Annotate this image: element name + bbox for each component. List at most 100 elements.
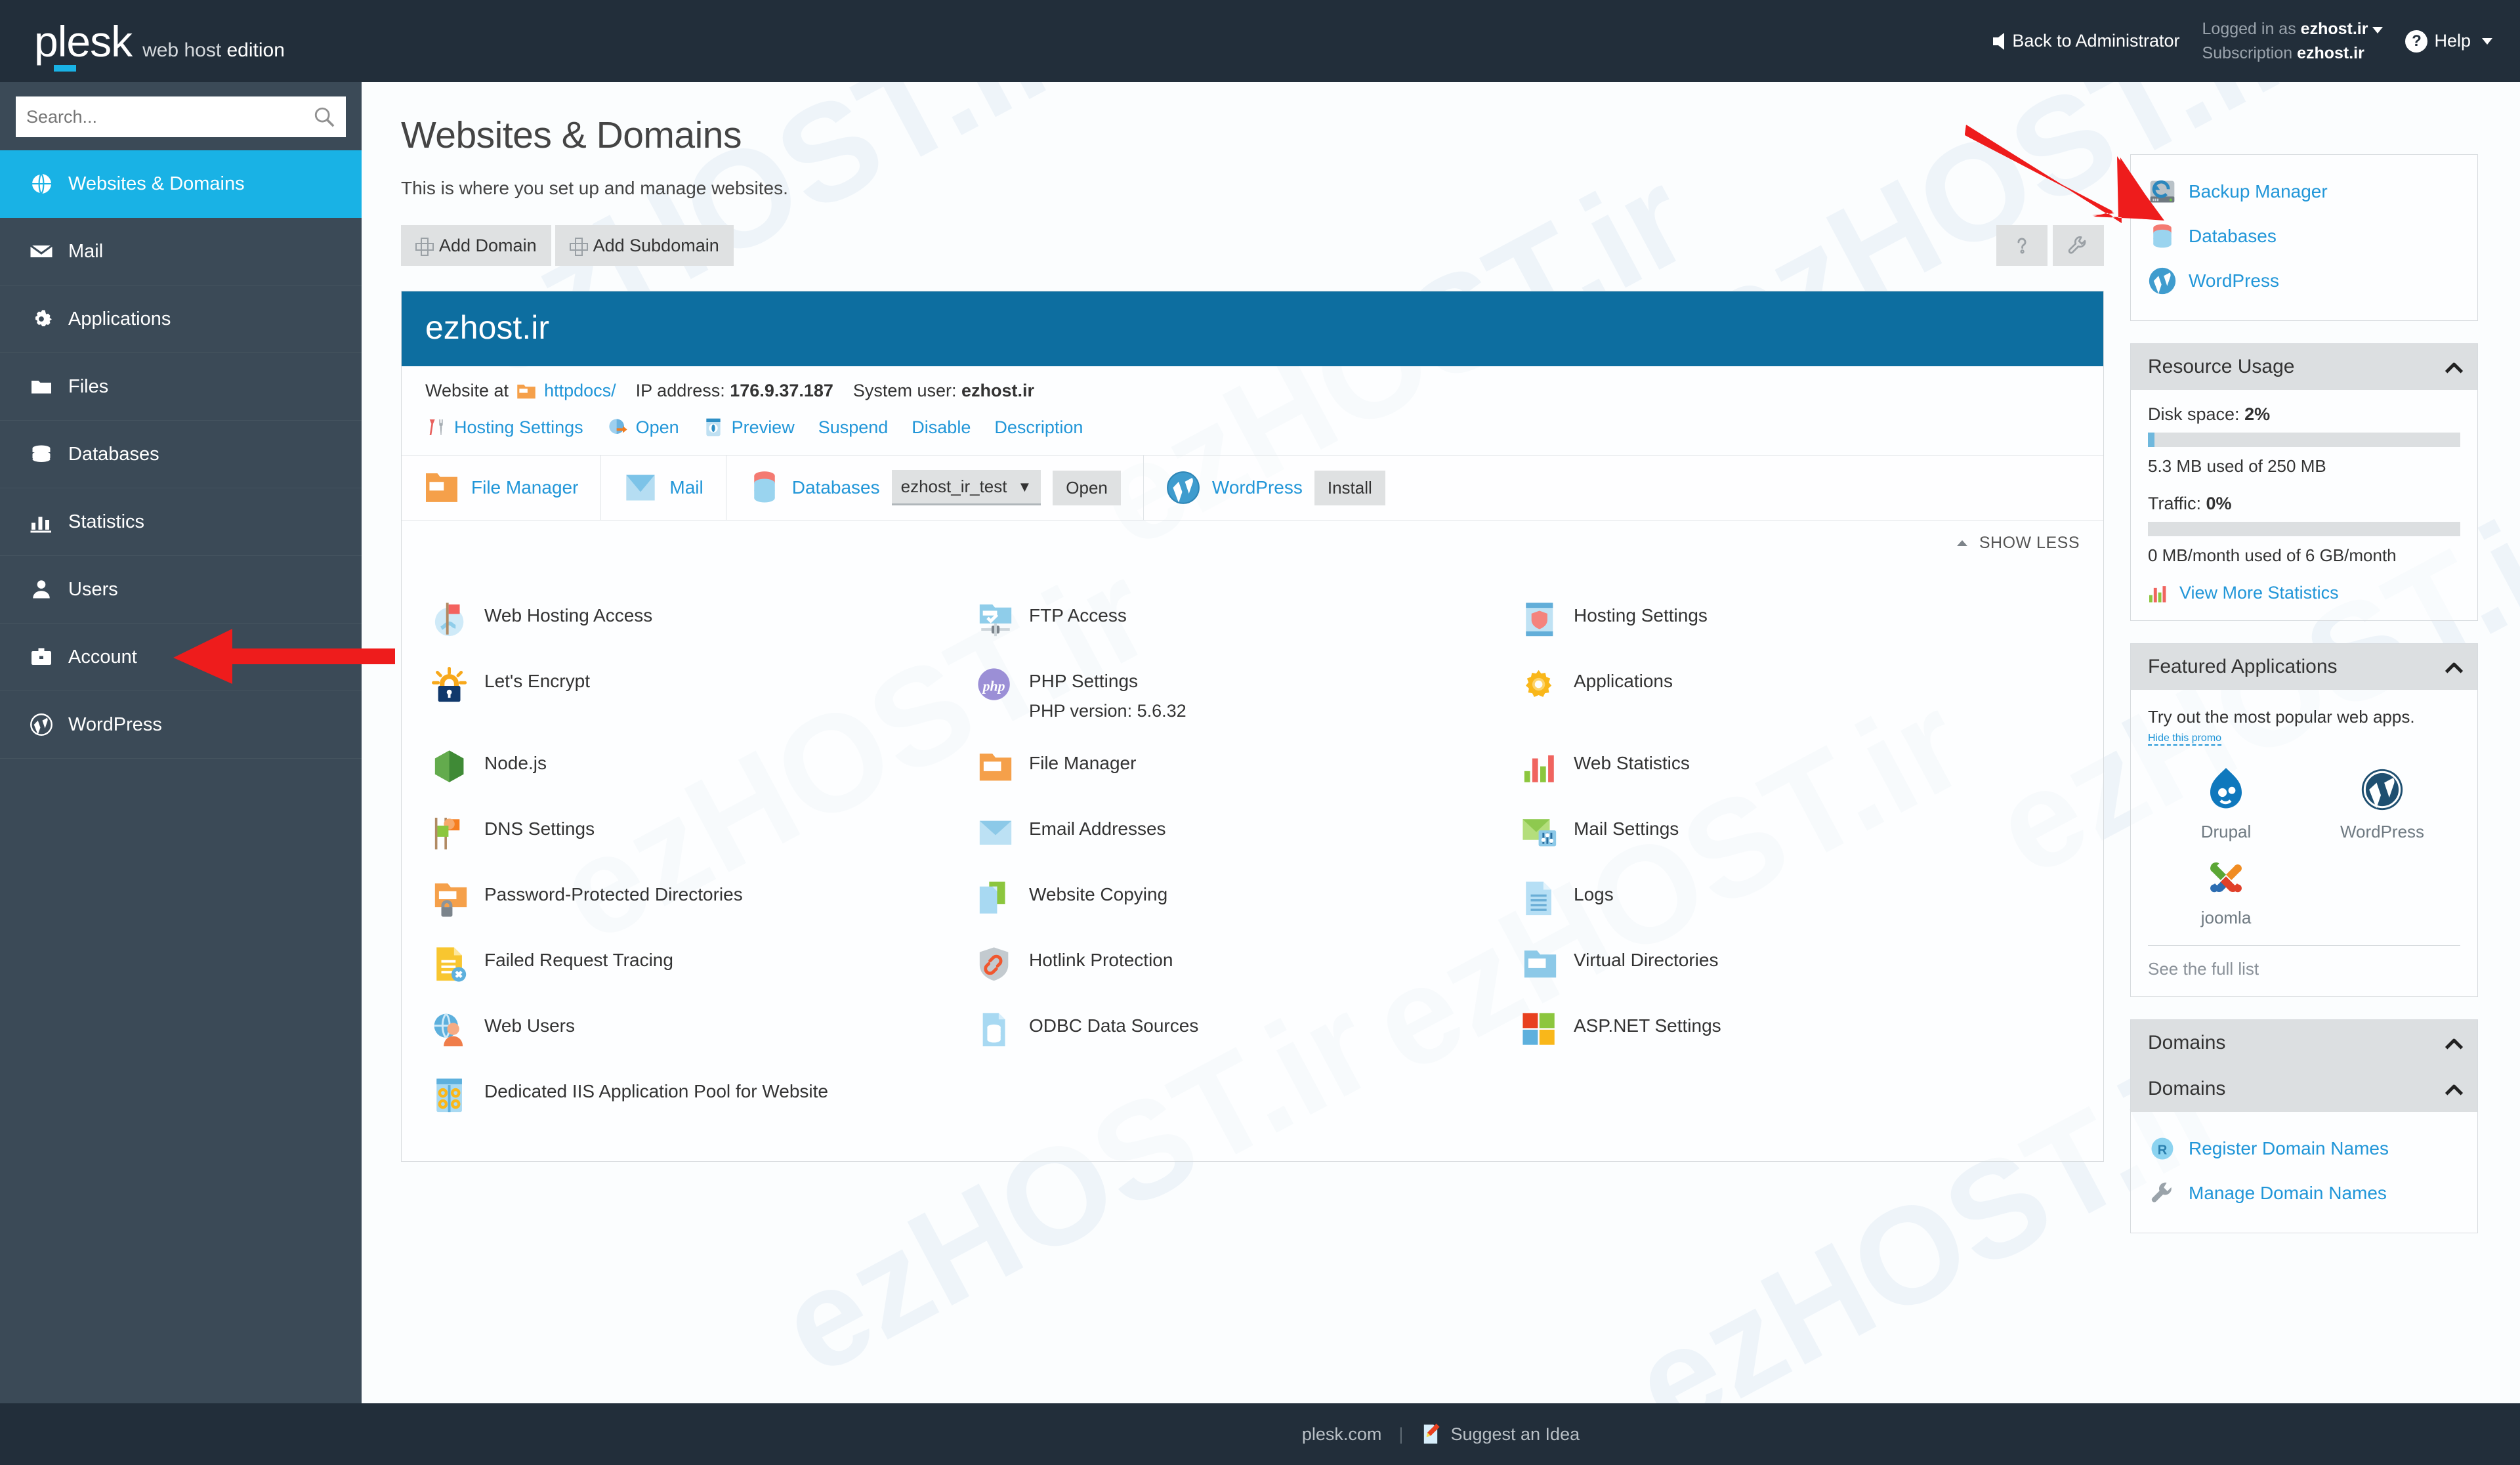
- side-link-label[interactable]: Register Domain Names: [2189, 1138, 2389, 1159]
- grid-item-ftp-access[interactable]: FTP Access: [976, 591, 1521, 656]
- wordpress-install-button[interactable]: Install: [1314, 470, 1385, 505]
- suspend-link[interactable]: Suspend: [818, 417, 889, 438]
- grid-item-label[interactable]: File Manager: [1029, 749, 1136, 774]
- grid-item-applications[interactable]: Applications: [1521, 656, 2080, 738]
- preview-link[interactable]: Preview: [732, 417, 795, 438]
- add-domain-button[interactable]: Add Domain: [401, 225, 551, 266]
- sidebar-item-applications[interactable]: Applications: [0, 286, 362, 353]
- grid-item-mail-settings[interactable]: Mail Settings: [1521, 804, 2080, 870]
- grid-item-aspnet-settings[interactable]: ASP.NET Settings: [1521, 1001, 2080, 1067]
- add-subdomain-button[interactable]: Add Subdomain: [555, 225, 734, 266]
- logged-in-row[interactable]: Logged in as ezhost.ir: [2202, 17, 2384, 41]
- featured-app-joomla[interactable]: joomla: [2148, 850, 2304, 928]
- grid-item-label[interactable]: FTP Access: [1029, 601, 1127, 626]
- grid-item-web-hosting-access[interactable]: Web Hosting Access: [432, 591, 976, 656]
- quick-wordpress[interactable]: WordPress Install: [1144, 456, 1408, 520]
- disable-link[interactable]: Disable: [912, 417, 971, 438]
- quick-mail[interactable]: Mail: [601, 456, 726, 520]
- hide-promo-link[interactable]: Hide this promo: [2148, 732, 2222, 746]
- help-toggle-button[interactable]: [1996, 225, 2048, 266]
- grid-item-label[interactable]: Web Statistics: [1574, 749, 1690, 774]
- chevron-down-icon[interactable]: [2482, 37, 2492, 45]
- search-icon[interactable]: [313, 106, 335, 128]
- databases-link[interactable]: Databases: [792, 477, 880, 498]
- preview-action[interactable]: Preview: [703, 417, 795, 438]
- grid-item-label[interactable]: Node.js: [484, 749, 547, 774]
- chevron-up-icon[interactable]: [2443, 1080, 2460, 1097]
- chevron-up-icon[interactable]: [2443, 358, 2460, 375]
- search-input[interactable]: [26, 106, 313, 127]
- open-action[interactable]: Open: [607, 417, 679, 438]
- grid-item-lets-encrypt[interactable]: Let's Encrypt: [432, 656, 976, 738]
- sidebar-item-wordpress[interactable]: WordPress: [0, 691, 362, 759]
- chevron-up-icon[interactable]: [2443, 658, 2460, 675]
- side-link-wordpress[interactable]: WordPress: [2148, 259, 2460, 303]
- grid-item-email-addresses[interactable]: Email Addresses: [976, 804, 1521, 870]
- database-select[interactable]: ezhost_ir_test ▼: [891, 470, 1041, 505]
- quick-file-manager[interactable]: File Manager: [402, 456, 602, 520]
- grid-item-label[interactable]: Password-Protected Directories: [484, 880, 743, 905]
- grid-item-hosting-settings[interactable]: Hosting Settings: [1521, 591, 2080, 656]
- grid-item-label[interactable]: Mail Settings: [1574, 815, 1679, 839]
- search-box[interactable]: [16, 96, 346, 137]
- featured-app-wordpress[interactable]: WordPress: [2304, 764, 2460, 842]
- grid-item-label[interactable]: Let's Encrypt: [484, 667, 590, 692]
- sidebar-item-users[interactable]: Users: [0, 556, 362, 624]
- grid-item-label[interactable]: Email Addresses: [1029, 815, 1166, 839]
- sidebar-item-mail[interactable]: Mail: [0, 218, 362, 286]
- back-to-administrator-link[interactable]: Back to Administrator: [1993, 31, 2180, 51]
- show-less-toggle[interactable]: SHOW LESS: [402, 520, 2103, 567]
- chevron-up-icon[interactable]: [2443, 1034, 2460, 1051]
- open-link[interactable]: Open: [636, 417, 679, 438]
- wordpress-link[interactable]: WordPress: [1212, 477, 1303, 498]
- side-link-label[interactable]: WordPress: [2189, 270, 2279, 291]
- resource-usage-header[interactable]: Resource Usage: [2131, 344, 2477, 390]
- quick-databases[interactable]: Databases ezhost_ir_test ▼ Open: [726, 456, 1144, 520]
- domains-header-outer[interactable]: Domains: [2131, 1020, 2477, 1066]
- help-menu[interactable]: ? Help: [2405, 30, 2492, 53]
- grid-item-label[interactable]: Hosting Settings: [1574, 601, 1708, 626]
- grid-item-odbc-data-sources[interactable]: ODBC Data Sources: [976, 1001, 1521, 1067]
- grid-item-dedicated-iis-application-pool[interactable]: Dedicated IIS Application Pool for Websi…: [432, 1067, 976, 1132]
- grid-item-dns-settings[interactable]: DNS Settings: [432, 804, 976, 870]
- grid-item-file-manager[interactable]: File Manager: [976, 738, 1521, 804]
- side-link-manage-domain-names[interactable]: Manage Domain Names: [2148, 1171, 2460, 1216]
- grid-item-label[interactable]: Virtual Directories: [1574, 946, 1718, 971]
- grid-item-label[interactable]: Hotlink Protection: [1029, 946, 1173, 971]
- side-link-label[interactable]: Databases: [2189, 226, 2277, 247]
- side-link-register-domain-names[interactable]: R Register Domain Names: [2148, 1126, 2460, 1171]
- plesk-logo[interactable]: plesk web host edition: [0, 20, 285, 72]
- grid-item-web-users[interactable]: Web Users: [432, 1001, 976, 1067]
- sidebar-item-statistics[interactable]: Statistics: [0, 488, 362, 556]
- footer-plesk-link[interactable]: plesk.com: [1302, 1424, 1382, 1445]
- grid-item-failed-request-tracing[interactable]: Failed Request Tracing: [432, 935, 976, 1001]
- sidebar-item-websites-domains[interactable]: Websites & Domains: [0, 150, 362, 218]
- hosting-settings-action[interactable]: Hosting Settings: [425, 417, 583, 438]
- sidebar-item-account[interactable]: Account: [0, 624, 362, 691]
- sidebar-item-databases[interactable]: Databases: [0, 421, 362, 488]
- grid-item-label[interactable]: ASP.NET Settings: [1574, 1011, 1721, 1036]
- grid-item-hotlink-protection[interactable]: Hotlink Protection: [976, 935, 1521, 1001]
- httpdocs-link[interactable]: httpdocs/: [544, 381, 616, 401]
- side-link-label[interactable]: Manage Domain Names: [2189, 1183, 2387, 1204]
- featured-applications-header[interactable]: Featured Applications: [2131, 644, 2477, 690]
- database-open-button[interactable]: Open: [1053, 470, 1121, 505]
- grid-item-label[interactable]: ODBC Data Sources: [1029, 1011, 1198, 1036]
- domains-header-inner[interactable]: Domains: [2131, 1066, 2477, 1112]
- featured-app-drupal[interactable]: Drupal: [2148, 764, 2304, 842]
- footer-suggest-idea[interactable]: Suggest an Idea: [1420, 1422, 1580, 1446]
- see-full-list-link[interactable]: See the full list: [2148, 945, 2460, 979]
- file-manager-link[interactable]: File Manager: [471, 477, 578, 498]
- grid-item-label[interactable]: PHP Settings: [1029, 671, 1138, 691]
- grid-item-web-statistics[interactable]: Web Statistics: [1521, 738, 2080, 804]
- mail-link[interactable]: Mail: [669, 477, 703, 498]
- grid-item-label[interactable]: Dedicated IIS Application Pool for Websi…: [484, 1077, 828, 1102]
- grid-item-password-protected-directories[interactable]: Password-Protected Directories: [432, 870, 976, 935]
- grid-item-label[interactable]: Logs: [1574, 880, 1614, 905]
- grid-item-label[interactable]: Web Users: [484, 1011, 575, 1036]
- sidebar-item-files[interactable]: Files: [0, 353, 362, 421]
- view-more-statistics-link[interactable]: View More Statistics: [2148, 583, 2460, 603]
- grid-item-label[interactable]: Applications: [1574, 667, 1673, 692]
- grid-item-logs[interactable]: Logs: [1521, 870, 2080, 935]
- side-link-databases[interactable]: Databases: [2148, 214, 2460, 259]
